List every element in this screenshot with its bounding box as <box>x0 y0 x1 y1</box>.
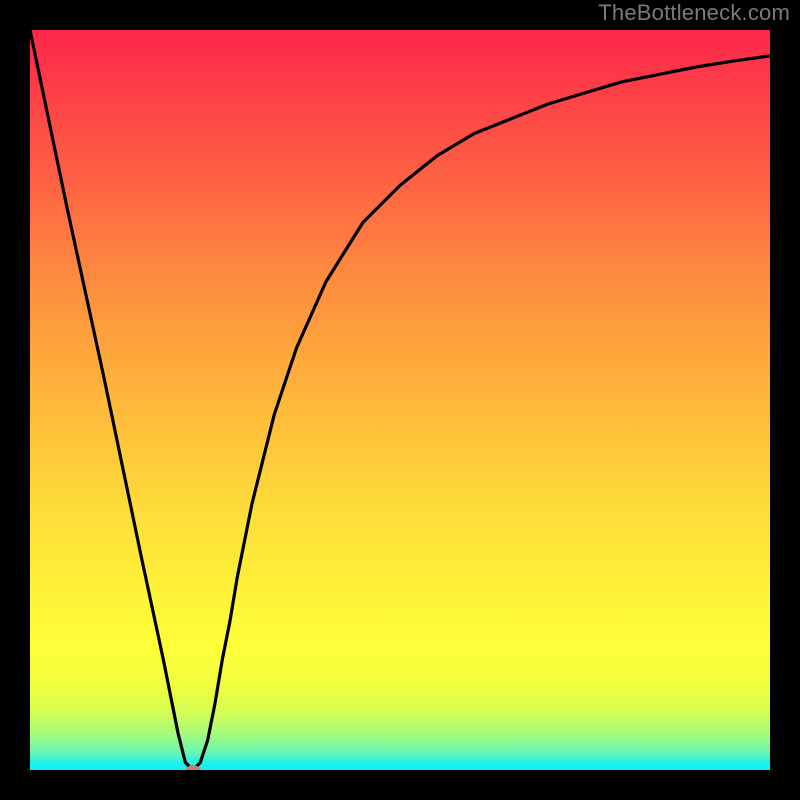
optimal-point-marker <box>186 765 200 770</box>
chart-frame: TheBottleneck.com <box>0 0 800 800</box>
plot-area <box>30 30 770 770</box>
watermark-text: TheBottleneck.com <box>598 0 790 26</box>
bottleneck-curve <box>30 30 770 770</box>
